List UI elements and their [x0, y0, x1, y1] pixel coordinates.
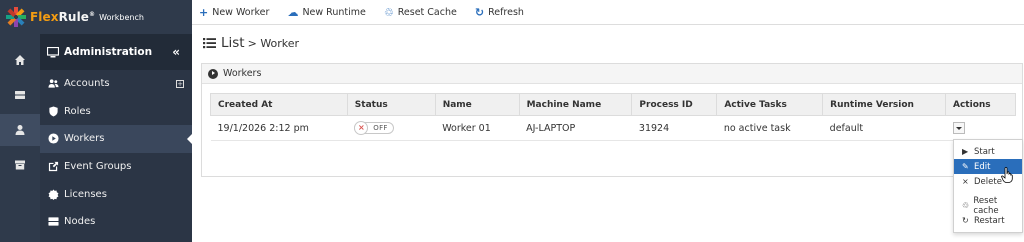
sidebar-item-label: Workers: [64, 133, 105, 145]
cell-runtime-version: default: [822, 115, 946, 141]
flexrule-logo-icon: [6, 7, 26, 27]
new-worker-button[interactable]: + New Worker: [199, 6, 269, 19]
server-icon: [15, 91, 25, 99]
list-icon: [203, 38, 216, 49]
sidebar-item-roles[interactable]: Roles: [40, 98, 192, 126]
cell-process-id: 31924: [631, 115, 717, 141]
sidebar-item-label: Accounts: [64, 78, 110, 90]
external-link-icon: [48, 161, 59, 172]
sidebar: Administration « Accounts + Roles Worker…: [40, 34, 192, 242]
column-header-status[interactable]: Status: [346, 93, 436, 116]
server-icon: [48, 217, 59, 226]
refresh-icon: ↻: [962, 216, 969, 225]
column-header-runtime-version[interactable]: Runtime Version: [822, 93, 946, 116]
cell-machine-name: AJ-LAPTOP: [519, 115, 632, 141]
menu-item-start[interactable]: ▶ Start: [954, 144, 1022, 159]
reset-cache-label: Reset Cache: [397, 6, 457, 18]
home-icon: [15, 55, 25, 65]
brand-bar: FlexRule® Workbench: [0, 0, 192, 34]
status-toggle-label: OFF: [373, 124, 388, 132]
table-row: 19/1/2026 2:12 pm × OFF Worker 01 AJ-LAP…: [210, 115, 1016, 141]
play-circle-icon: [48, 133, 59, 145]
workers-panel: Workers Created At Status Name Machine N…: [201, 63, 1023, 177]
panel-header: Workers: [202, 64, 1022, 84]
sidebar-header: Administration «: [40, 34, 192, 70]
reset-cache-button[interactable]: ♲ Reset Cache: [384, 6, 457, 19]
archive-icon: [15, 160, 25, 170]
sidebar-item-workers[interactable]: Workers: [40, 125, 192, 153]
rail-server[interactable]: [0, 79, 40, 111]
sidebar-item-accounts[interactable]: Accounts +: [40, 70, 192, 98]
recycle-icon: ♲: [383, 5, 394, 19]
brand-name: FlexRule®: [30, 10, 95, 24]
column-header-name[interactable]: Name: [434, 93, 520, 116]
menu-item-label: Reset cache: [973, 195, 999, 216]
cell-name: Worker 01: [435, 115, 520, 141]
users-icon: [48, 79, 59, 88]
brand-subtitle: Workbench: [99, 13, 144, 22]
sidebar-item-label: Event Groups: [64, 161, 132, 173]
brand-name-part2: Rule: [58, 10, 90, 24]
rail-archive[interactable]: [0, 149, 40, 181]
pencil-icon: ✎: [962, 162, 969, 171]
menu-item-label: Restart: [974, 215, 1005, 226]
status-toggle[interactable]: × OFF: [354, 121, 395, 135]
refresh-icon: ↻: [474, 5, 485, 19]
sidebar-header-label: Administration: [64, 46, 153, 58]
menu-item-label: Start: [974, 146, 995, 157]
close-icon: ×: [962, 177, 969, 186]
expand-accounts-icon[interactable]: +: [176, 79, 184, 88]
shield-icon: [49, 106, 58, 117]
panel-title: Workers: [223, 68, 262, 79]
column-header-machine-name[interactable]: Machine Name: [518, 93, 633, 116]
sidebar-item-nodes[interactable]: Nodes: [40, 208, 192, 236]
recycle-icon: ♲: [962, 201, 970, 210]
column-header-active-tasks[interactable]: Active Tasks: [716, 93, 824, 116]
cell-created-at: 19/1/2026 2:12 pm: [210, 115, 348, 141]
actions-menu: ▶ Start ✎ Edit × Delete ♲ Reset cache ↻ …: [953, 139, 1023, 233]
menu-item-label: Edit: [974, 161, 991, 172]
monitor-icon: [47, 46, 59, 57]
badge-icon: [48, 189, 59, 200]
refresh-button[interactable]: ↻ Refresh: [475, 6, 524, 19]
cell-actions: [945, 115, 1016, 141]
sidebar-item-label: Nodes: [64, 216, 96, 228]
workers-table: Created At Status Name Machine Name Proc…: [210, 93, 1016, 141]
play-circle-icon: [208, 68, 218, 79]
table-header-row: Created At Status Name Machine Name Proc…: [210, 93, 1016, 116]
actions-dropdown-button[interactable]: [952, 122, 965, 135]
cloud-icon: ☁: [287, 5, 299, 19]
page-title: List: [221, 35, 245, 51]
cell-active-tasks: no active task: [716, 115, 823, 141]
sidebar-item-event-groups[interactable]: Event Groups: [40, 153, 192, 181]
refresh-label: Refresh: [488, 6, 524, 18]
brand-reg-mark: ®: [89, 11, 96, 18]
user-icon: [15, 125, 25, 135]
collapse-sidebar-icon[interactable]: «: [172, 45, 180, 59]
off-x-icon: ×: [354, 121, 369, 135]
rail-user[interactable]: [0, 114, 40, 146]
rail-home[interactable]: [0, 44, 40, 76]
play-icon: ▶: [962, 147, 969, 156]
sidebar-item-label: Licenses: [64, 188, 107, 200]
cell-status: × OFF: [347, 115, 436, 141]
toolbar: + New Worker ☁ New Runtime ♲ Reset Cache…: [192, 0, 1024, 25]
page-heading: List > Worker: [203, 35, 299, 51]
sidebar-item-licenses[interactable]: Licenses: [40, 180, 192, 208]
column-header-actions: Actions: [945, 93, 1016, 116]
new-worker-label: New Worker: [212, 6, 270, 18]
column-header-process-id[interactable]: Process ID: [631, 93, 718, 116]
breadcrumb: > Worker: [247, 36, 300, 50]
new-runtime-label: New Runtime: [302, 6, 366, 18]
brand-name-part1: Flex: [30, 10, 59, 24]
hand-cursor-icon: [1001, 167, 1013, 183]
column-header-created-at[interactable]: Created At: [210, 93, 348, 116]
new-runtime-button[interactable]: ☁ New Runtime: [287, 6, 365, 19]
menu-item-label: Delete: [974, 176, 1002, 187]
plus-icon: +: [199, 5, 209, 19]
menu-item-reset-cache[interactable]: ♲ Reset cache: [954, 195, 1022, 216]
sidebar-item-label: Roles: [64, 105, 91, 117]
icon-rail: [0, 34, 40, 242]
